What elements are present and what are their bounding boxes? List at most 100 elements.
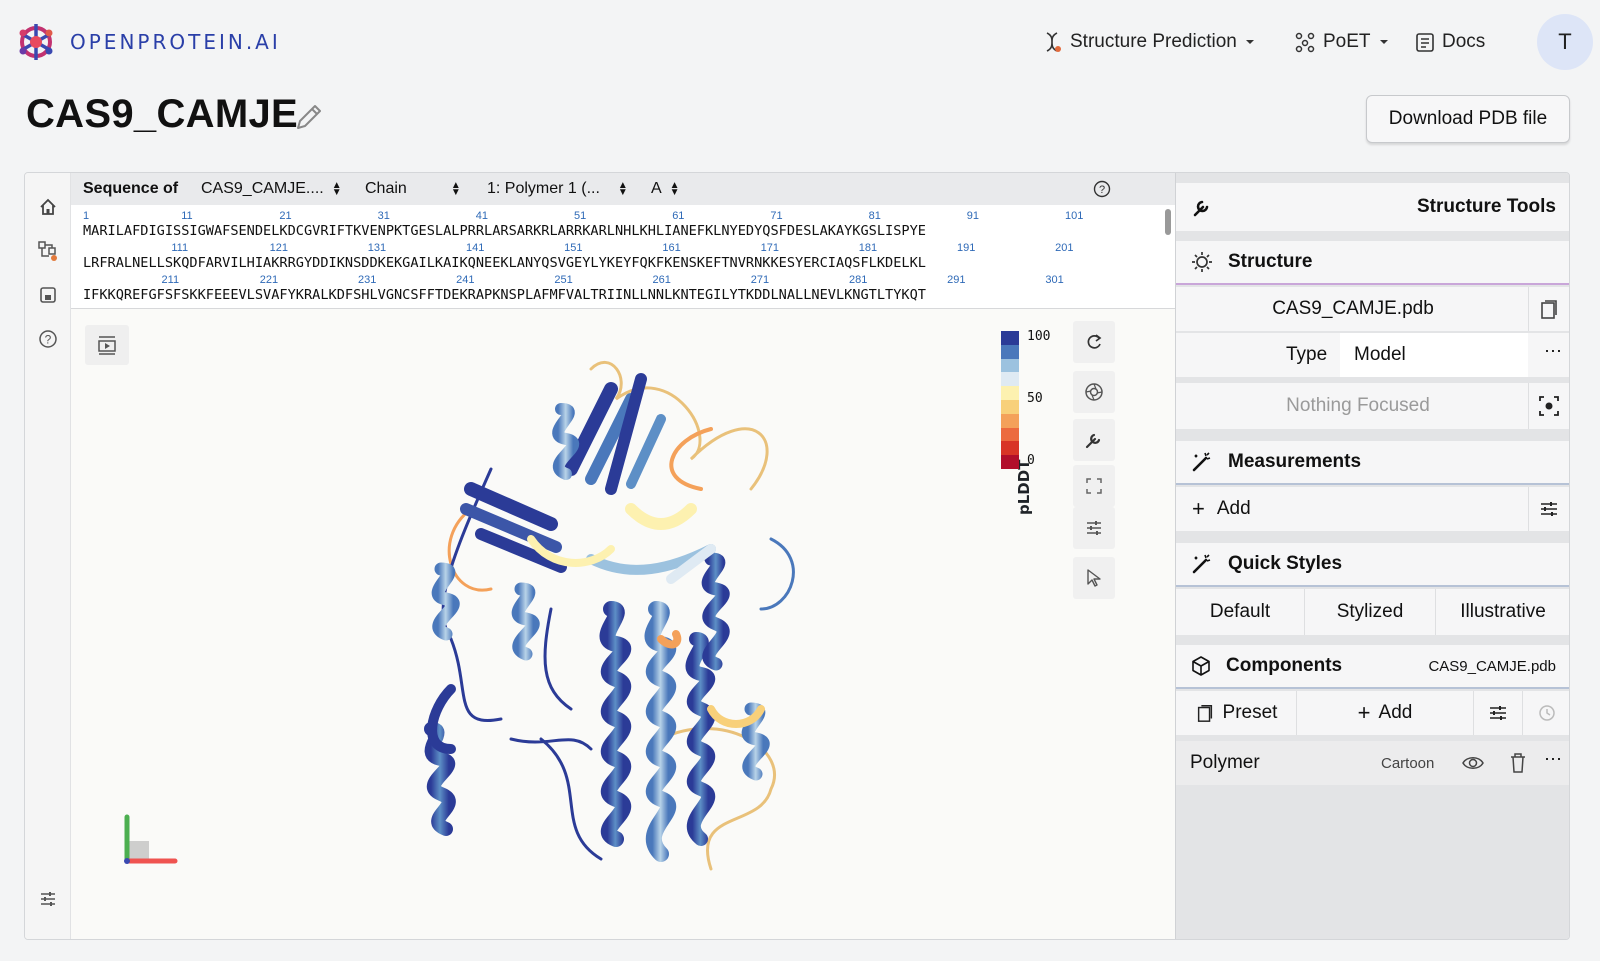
measurements-section-header[interactable]: Measurements: [1176, 441, 1569, 485]
components-file-name: CAS9_CAMJE.pdb: [1428, 657, 1556, 675]
structure-file-name: CAS9_CAMJE.pdb: [1272, 298, 1434, 319]
residue-index-label: 131: [367, 242, 387, 254]
mode-select[interactable]: Chain ▲ ▼: [365, 180, 461, 198]
fullscreen-icon[interactable]: [1073, 465, 1115, 507]
residue-index-label: 261: [652, 274, 671, 286]
trash-icon[interactable]: [1509, 752, 1527, 774]
help-icon[interactable]: ?: [1093, 180, 1111, 198]
help-icon[interactable]: ?: [36, 327, 60, 351]
style-default-button[interactable]: Default: [1176, 589, 1304, 635]
residue-index-label: 11: [181, 210, 193, 222]
components-section-header[interactable]: Components CAS9_CAMJE.pdb: [1176, 645, 1569, 689]
residue-index-label: 31: [377, 210, 390, 222]
type-value[interactable]: Model: [1340, 333, 1528, 377]
more-options-icon[interactable]: ⋯: [1544, 341, 1562, 362]
plddt-color-swatch: [1001, 386, 1019, 400]
sequence-row[interactable]: MARILAFDIGISSIGWAFSENDELKDCGVRIFTKVENPKT…: [83, 223, 926, 239]
nav-structure-prediction[interactable]: Structure Prediction: [1040, 28, 1257, 56]
plddt-color-swatch: [1001, 331, 1019, 345]
bookmark-copy-icon[interactable]: [1538, 298, 1560, 320]
residue-index-label: 201: [1055, 242, 1074, 254]
settings-sliders-icon[interactable]: [1474, 691, 1522, 735]
residue-index-label: 171: [760, 242, 779, 254]
plddt-color-swatch: [1001, 372, 1019, 387]
structure-select-value: CAS9_CAMJE....: [201, 180, 324, 197]
sequence-label: Sequence of: [83, 180, 179, 197]
mode-select-value: Chain: [365, 180, 407, 197]
residue-index-label: 91: [966, 210, 980, 222]
residue-index-label: 281: [848, 274, 868, 286]
settings-sliders-icon[interactable]: [1538, 498, 1560, 520]
structure-file-row[interactable]: CAS9_CAMJE.pdb: [1176, 287, 1569, 331]
reset-camera-icon[interactable]: [1073, 321, 1115, 363]
style-illustrative-button[interactable]: Illustrative: [1436, 589, 1569, 635]
add-measurement-label: Add: [1216, 498, 1251, 519]
document-icon: [1416, 33, 1434, 52]
residue-index-label: 101: [1065, 210, 1084, 222]
structure-section-header[interactable]: Structure: [1176, 241, 1569, 285]
structure-select[interactable]: CAS9_CAMJE.... ▲ ▼: [201, 180, 342, 198]
save-icon[interactable]: [36, 283, 60, 307]
structure-heading: Structure: [1228, 251, 1313, 272]
plddt-color-swatch: [1001, 399, 1019, 414]
focus-target-icon[interactable]: [1538, 395, 1560, 417]
nav-docs[interactable]: Docs: [1414, 28, 1485, 56]
protein-structure: [424, 361, 795, 871]
dna-icon: [1046, 32, 1061, 52]
selection-cursor-icon[interactable]: [1073, 557, 1115, 599]
state-tree-icon[interactable]: [36, 239, 60, 263]
focus-status: Nothing Focused: [1286, 395, 1430, 416]
plddt-color-swatch: [1001, 344, 1019, 359]
sequence-scrollbar[interactable]: [1165, 209, 1171, 235]
history-icon[interactable]: [1523, 691, 1569, 735]
screenshot-icon[interactable]: [1073, 371, 1115, 413]
residue-index-label: 121: [269, 242, 288, 254]
updown-icon: ▲ ▼: [450, 179, 461, 198]
polymer-name: Polymer: [1190, 752, 1260, 773]
settings-sliders-icon[interactable]: [1073, 507, 1115, 549]
components-actions: Preset + Add: [1176, 691, 1569, 735]
sequence-toggle-icon[interactable]: [85, 325, 129, 365]
style-stylized-button[interactable]: Stylized: [1305, 589, 1435, 635]
add-measurement-row[interactable]: + Add: [1176, 487, 1569, 531]
entity-select[interactable]: 1: Polymer 1 (... ▲ ▼: [487, 180, 628, 198]
caret-down-icon: [1245, 40, 1254, 44]
magic-wand-icon: [1192, 554, 1211, 574]
home-icon[interactable]: [36, 195, 60, 219]
structure-tools-header: Structure Tools: [1176, 183, 1569, 231]
sequence-row[interactable]: LRFRALNELLSKQDFARVILHIAKRRGYDDIKNSDDKEKG…: [83, 255, 926, 271]
add-component-button[interactable]: + Add: [1297, 691, 1473, 735]
more-options-icon[interactable]: ⋯: [1544, 749, 1562, 770]
residue-index-label: 251: [554, 274, 573, 286]
quick-styles-options: Default Stylized Illustrative: [1176, 589, 1569, 635]
brand-name[interactable]: OPENPROTEIN.AI: [70, 30, 281, 54]
nav-poet[interactable]: PoET: [1293, 28, 1391, 56]
residue-index-label: 211: [161, 274, 180, 286]
sequence-row[interactable]: IFKKQREFGFSFSKKFEEEVLSVAFYKRALKDFSHLVGNC…: [83, 287, 926, 303]
plddt-min-label: 0: [1027, 453, 1035, 468]
chain-select[interactable]: A ▲ ▼: [651, 180, 680, 198]
top-bar: OPENPROTEIN.AI Structure Prediction PoET…: [0, 0, 1600, 84]
updown-icon: ▲ ▼: [669, 179, 680, 198]
chain-select-value: A: [651, 180, 662, 197]
wrench-icon[interactable]: [1073, 419, 1115, 461]
edit-pencil-icon[interactable]: [292, 100, 326, 134]
eye-icon[interactable]: [1462, 753, 1484, 773]
sequence-panel[interactable]: MARILAFDIGISSIGWAFSENDELKDCGVRIFTKVENPKT…: [71, 205, 1175, 309]
residue-index-label: 271: [750, 274, 770, 286]
nav-poet-label: PoET: [1323, 31, 1371, 52]
measurements-heading: Measurements: [1228, 451, 1362, 472]
user-avatar[interactable]: T: [1537, 14, 1593, 70]
type-label: Type: [1286, 344, 1328, 365]
polymer-component-row[interactable]: Polymer Cartoon ⋯: [1176, 741, 1569, 785]
quick-styles-section-header[interactable]: Quick Styles: [1176, 543, 1569, 587]
residue-index-label: 191: [956, 242, 976, 254]
preset-button[interactable]: Preset: [1176, 691, 1296, 735]
nav-structure-prediction-label: Structure Prediction: [1070, 31, 1237, 52]
residue-index-label: 71: [770, 210, 783, 222]
openprotein-logo-icon[interactable]: [14, 20, 58, 64]
structure-tools-panel: Structure Tools Structure CAS9_CAMJE.pdb…: [1175, 173, 1569, 939]
svg-text:?: ?: [45, 333, 52, 347]
settings-sliders-icon[interactable]: [36, 887, 60, 911]
download-pdb-button[interactable]: Download PDB file: [1366, 95, 1570, 143]
